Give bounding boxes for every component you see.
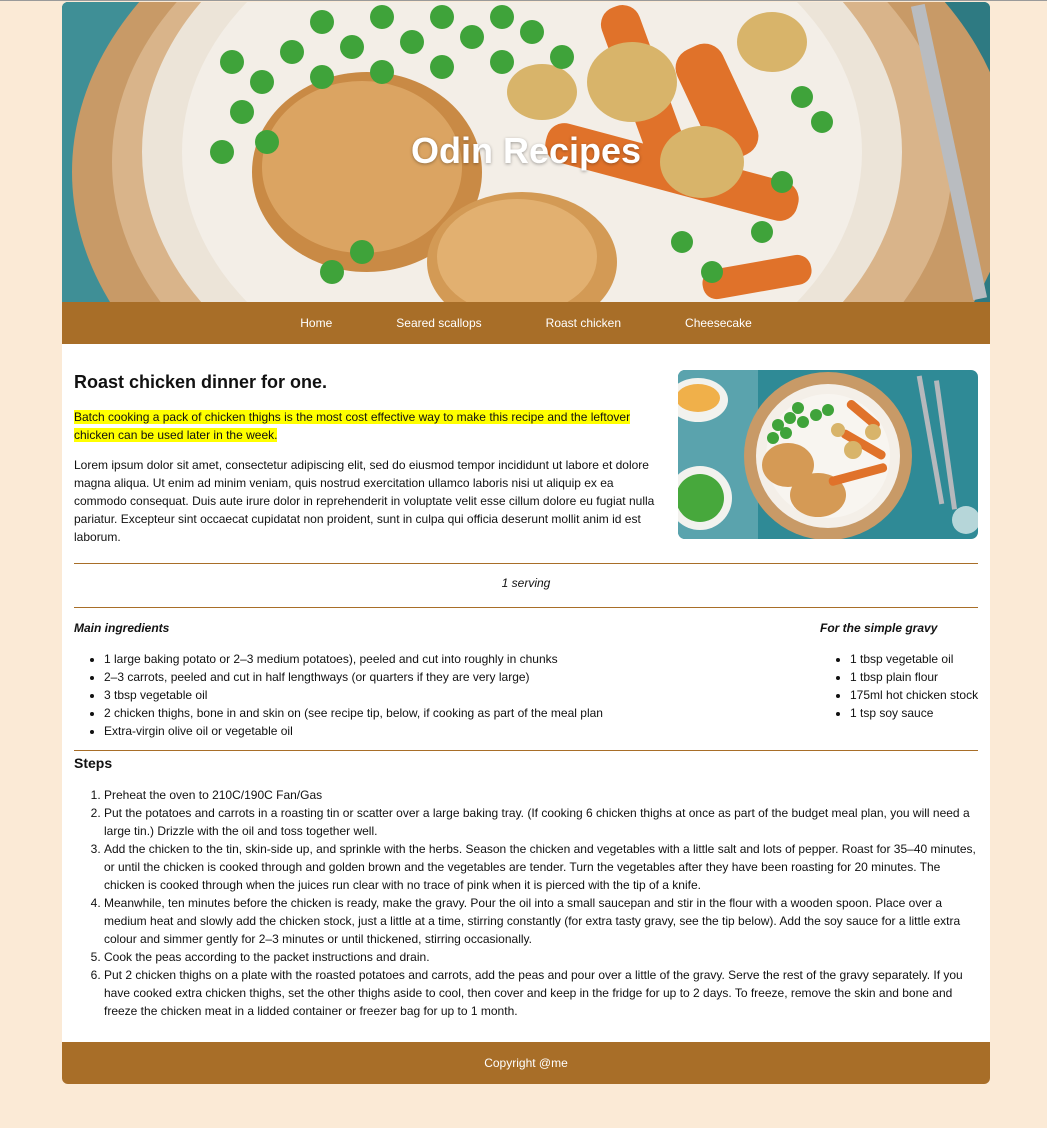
serving-size: 1 serving	[501, 576, 551, 590]
list-item: Put the potatoes and carrots in a roasti…	[104, 804, 978, 840]
top-border-line	[0, 0, 1047, 1]
copyright-text: Copyright @me	[484, 1056, 568, 1070]
main-ingredients-list: 1 large baking potato or 2–3 medium pota…	[74, 650, 674, 740]
list-item: Add the chicken to the tin, skin-side up…	[104, 840, 978, 894]
list-item: 2–3 carrots, peeled and cut in half leng…	[104, 668, 674, 686]
steps-heading: Steps	[74, 755, 113, 771]
list-item: 1 tsp soy sauce	[850, 704, 990, 722]
list-item: Cook the peas according to the packet in…	[104, 948, 978, 966]
list-item: 1 tbsp vegetable oil	[850, 650, 990, 668]
list-item: Put 2 chicken thighs on a plate with the…	[104, 966, 978, 1020]
recipe-title: Roast chicken dinner for one.	[74, 372, 328, 392]
page-container: Odin Recipes Home Seared scallops Roast …	[62, 2, 990, 1084]
nav-item-seared-scallops[interactable]: Seared scallops	[396, 316, 481, 330]
hero-banner: Odin Recipes	[62, 2, 990, 302]
list-item: Extra-virgin olive oil or vegetable oil	[104, 722, 674, 740]
site-title: Odin Recipes	[410, 130, 642, 171]
steps-list: Preheat the oven to 210C/190C Fan/Gas Pu…	[74, 786, 978, 1020]
recipe-highlight: Batch cooking a pack of chicken thighs i…	[74, 408, 644, 444]
nav-item-home[interactable]: Home	[300, 316, 332, 330]
roast-chicken-image	[678, 370, 978, 539]
divider-top	[74, 563, 978, 564]
main-ingredients-heading: Main ingredients	[74, 621, 170, 635]
gravy-ingredients-list: 1 tbsp vegetable oil 1 tbsp plain flour …	[820, 650, 990, 722]
divider-bottom	[74, 750, 978, 751]
nav-item-cheesecake[interactable]: Cheesecake	[685, 316, 752, 330]
nav-item-roast-chicken[interactable]: Roast chicken	[546, 316, 621, 330]
recipe-description: Lorem ipsum dolor sit amet, consectetur …	[74, 458, 655, 544]
highlight-text: Batch cooking a pack of chicken thighs i…	[74, 410, 631, 442]
list-item: Preheat the oven to 210C/190C Fan/Gas	[104, 786, 978, 804]
list-item: Meanwhile, ten minutes before the chicke…	[104, 894, 978, 948]
divider-middle	[74, 607, 978, 608]
page-footer: Copyright @me	[62, 1042, 990, 1084]
list-item: 3 tbsp vegetable oil	[104, 686, 674, 704]
main-nav: Home Seared scallops Roast chicken Chees…	[62, 302, 990, 344]
list-item: 1 large baking potato or 2–3 medium pota…	[104, 650, 674, 668]
gravy-ingredients-heading: For the simple gravy	[820, 621, 938, 635]
list-item: 175ml hot chicken stock	[850, 686, 990, 704]
list-item: 2 chicken thighs, bone in and skin on (s…	[104, 704, 674, 722]
list-item: 1 tbsp plain flour	[850, 668, 990, 686]
